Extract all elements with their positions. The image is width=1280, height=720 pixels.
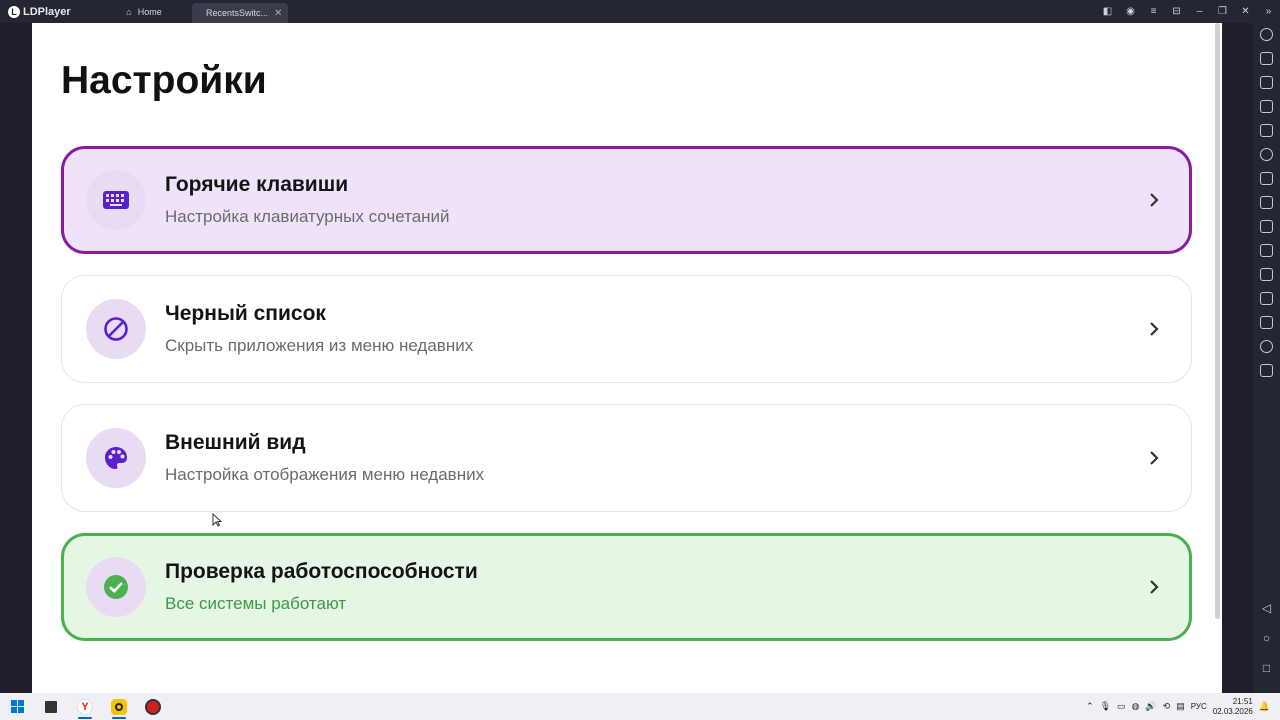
screenshot-icon[interactable]: [1260, 124, 1273, 137]
settings-item-icon-wrap: [86, 170, 146, 230]
system-tray: ⌃ 🎙 ▭ ◍ 🔊 ⟲ ▤ РУС 21:51 02.03.2026 🔔: [1086, 697, 1280, 717]
page-title: Настройки: [61, 59, 267, 102]
keyboard-mapping-icon[interactable]: [1260, 52, 1273, 65]
emulator-title-bar: L LDPlayer ⌂ Home RecentsSwitc... ✕ ◧ ◉ …: [0, 0, 1280, 23]
microphone-icon[interactable]: 🎙: [1100, 701, 1111, 712]
app-taskbar-icon: [145, 698, 161, 715]
volume-icon[interactable]: 🔊: [1145, 701, 1156, 712]
tab-home[interactable]: ⌂ Home: [96, 0, 192, 23]
restore-icon[interactable]: ❐: [1211, 6, 1234, 17]
chevron-right-icon: [1150, 193, 1159, 207]
settings-item-health-check[interactable]: Проверка работоспособности Все системы р…: [61, 533, 1192, 641]
account-icon[interactable]: ◉: [1119, 6, 1142, 17]
check-circle-icon: [104, 575, 128, 599]
window-controls: ◧ ◉ ≡ ⊟ – ❐ ✕ »: [1096, 0, 1280, 23]
emulator-side-toolbar: ◁ ○ □: [1253, 23, 1280, 693]
task-view-icon: [45, 700, 57, 713]
rotate-icon[interactable]: [1260, 148, 1273, 161]
settings-item-subtitle: Настройка клавиатурных сочетаний: [165, 207, 450, 226]
chevron-right-icon: [1150, 451, 1159, 465]
expand-sidebar-icon[interactable]: »: [1257, 6, 1280, 17]
taskbar-app[interactable]: [136, 693, 170, 720]
settings-item-subtitle: Скрыть приложения из меню недавних: [165, 336, 474, 355]
chevron-right-icon: [1150, 322, 1159, 336]
display-icon[interactable]: ▭: [1117, 701, 1126, 712]
settings-item-appearance[interactable]: Внешний вид Настройка отображения меню н…: [61, 404, 1192, 512]
multi-instance-icon[interactable]: [1260, 244, 1273, 257]
android-screen: Настройки Горячие клавиши Настройка клав…: [32, 23, 1222, 693]
install-apk-icon[interactable]: [1260, 172, 1273, 185]
menu-icon[interactable]: ≡: [1142, 6, 1165, 17]
sync-tray-icon[interactable]: ⟲: [1163, 701, 1171, 712]
scrollbar[interactable]: [1215, 23, 1220, 619]
tab-home-label: Home: [137, 6, 162, 17]
settings-item-subtitle: Настройка отображения меню недавних: [165, 465, 485, 484]
clock-date: 02.03.2026: [1212, 706, 1253, 716]
app-name: LDPlayer: [23, 5, 71, 18]
ldplayer-brand: L LDPlayer: [0, 5, 96, 18]
tray-overflow-icon[interactable]: ⌃: [1086, 701, 1094, 712]
fps-icon[interactable]: [1260, 196, 1273, 209]
home-nav-icon[interactable]: ○: [1260, 631, 1273, 645]
taskbar-ldplayer[interactable]: [102, 693, 136, 720]
clock[interactable]: 21:51 02.03.2026: [1213, 697, 1253, 717]
clock-time: 21:51: [1232, 696, 1253, 706]
clipboard-icon[interactable]: ▤: [1176, 701, 1185, 712]
folder-icon[interactable]: [1260, 316, 1273, 329]
location-icon[interactable]: [1260, 340, 1273, 353]
settings-item-icon-wrap: [86, 557, 146, 617]
settings-item-hotkeys[interactable]: Горячие клавиши Настройка клавиатурных с…: [61, 146, 1192, 254]
task-view-button[interactable]: [34, 693, 68, 720]
collapse-icon[interactable]: ⊟: [1165, 6, 1188, 17]
keyboard-icon: [103, 191, 129, 209]
chevron-right-icon: [1150, 580, 1159, 594]
settings-gear-icon[interactable]: [1260, 28, 1273, 41]
settings-item-blacklist[interactable]: Черный список Скрыть приложения из меню …: [61, 275, 1192, 383]
ldplayer-logo-icon: L: [8, 5, 20, 18]
windows-taskbar: Y ⌃ 🎙 ▭ ◍ 🔊 ⟲ ▤ РУС 21:51 02.03.2026 🔔: [0, 693, 1280, 720]
volume-down-icon[interactable]: [1260, 100, 1273, 113]
windows-logo-icon: [10, 700, 24, 713]
operation-record-icon[interactable]: [1260, 268, 1273, 281]
settings-item-icon-wrap: [86, 428, 146, 488]
settings-item-title: Горячие клавиши: [165, 173, 349, 196]
scissors-icon[interactable]: [1260, 220, 1273, 233]
shake-icon[interactable]: [1260, 292, 1273, 305]
yandex-browser-icon: Y: [77, 698, 93, 715]
settings-item-title: Проверка работоспособности: [165, 560, 478, 583]
mouse-cursor-icon: [212, 513, 222, 527]
language-indicator[interactable]: РУС: [1191, 702, 1207, 711]
close-window-icon[interactable]: ✕: [1234, 6, 1257, 17]
sync-icon[interactable]: [1260, 364, 1273, 377]
palette-icon: [105, 447, 127, 469]
start-button[interactable]: [0, 693, 34, 720]
tab-close-icon[interactable]: ✕: [274, 8, 282, 19]
settings-item-icon-wrap: [86, 299, 146, 359]
gamepad-icon[interactable]: ◧: [1096, 6, 1119, 17]
ldplayer-taskbar-icon: [111, 698, 127, 715]
tab-recents-label: RecentsSwitc...: [206, 8, 269, 18]
tab-recents-switcher[interactable]: RecentsSwitc... ✕: [192, 3, 288, 23]
volume-up-icon[interactable]: [1260, 76, 1273, 89]
block-icon: [104, 317, 128, 341]
notifications-bell-icon[interactable]: 🔔: [1259, 701, 1270, 712]
settings-item-subtitle: Все системы работают: [165, 594, 347, 613]
network-icon[interactable]: ◍: [1132, 701, 1140, 712]
back-icon[interactable]: ◁: [1260, 601, 1273, 615]
recents-nav-icon[interactable]: □: [1260, 661, 1273, 675]
home-icon: ⌂: [126, 6, 132, 17]
minimize-icon[interactable]: –: [1188, 6, 1211, 17]
settings-item-title: Черный список: [165, 302, 326, 325]
settings-item-title: Внешний вид: [165, 431, 306, 454]
taskbar-yandex-browser[interactable]: Y: [68, 693, 102, 720]
